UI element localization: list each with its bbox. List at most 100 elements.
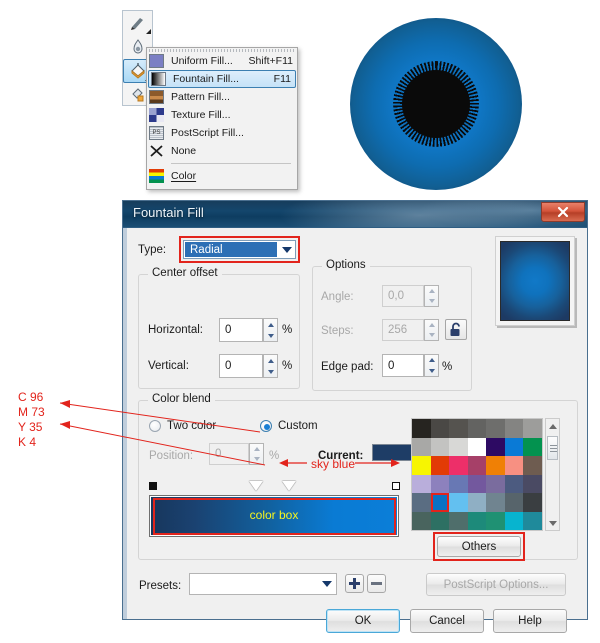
- menu-item-fountain-fill[interactable]: Fountain Fill... F11: [148, 70, 296, 88]
- unlocked-padlock-icon: [450, 322, 460, 336]
- scrollbar-thumb[interactable]: [547, 436, 558, 460]
- steps-stepper: [424, 319, 439, 341]
- stepper-down-icon[interactable]: [264, 330, 277, 341]
- palette-swatch[interactable]: [449, 474, 468, 493]
- palette-swatch[interactable]: [523, 493, 542, 512]
- presets-label: Presets:: [139, 580, 182, 592]
- palette-swatch[interactable]: [523, 437, 542, 456]
- palette-swatch[interactable]: [504, 419, 524, 438]
- palette-swatch[interactable]: [467, 456, 487, 475]
- current-color-swatch[interactable]: [372, 444, 416, 461]
- chevron-down-icon[interactable]: [318, 581, 336, 587]
- palette-swatch[interactable]: [523, 511, 542, 530]
- position-stepper: [249, 443, 264, 465]
- color-palette-grid[interactable]: [411, 418, 543, 531]
- cancel-button[interactable]: Cancel: [410, 609, 484, 633]
- palette-swatch[interactable]: [504, 456, 524, 475]
- palette-swatch[interactable]: [504, 493, 524, 512]
- palette-swatch[interactable]: [412, 474, 431, 493]
- menu-item-texture-fill[interactable]: Texture Fill...: [147, 106, 297, 124]
- remove-preset-button[interactable]: [367, 574, 386, 593]
- chevron-down-icon[interactable]: [278, 241, 295, 258]
- radio-custom-label: Custom: [278, 420, 318, 432]
- menu-item-none[interactable]: None: [147, 142, 297, 160]
- others-button[interactable]: Others: [437, 536, 521, 557]
- palette-swatch[interactable]: [467, 419, 487, 438]
- palette-swatch[interactable]: [504, 474, 524, 493]
- presets-dropdown[interactable]: [189, 573, 337, 595]
- palette-swatch[interactable]: [467, 493, 487, 512]
- uniform-fill-icon: [149, 54, 164, 68]
- scroll-up-arrow-icon[interactable]: [546, 419, 559, 433]
- palette-swatch[interactable]: [467, 474, 487, 493]
- palette-swatch[interactable]: [486, 493, 505, 512]
- gradient-marker-track[interactable]: [149, 480, 401, 492]
- scroll-down-arrow-icon[interactable]: [546, 516, 559, 530]
- cancel-label: Cancel: [429, 615, 465, 627]
- stepper-down-icon[interactable]: [264, 366, 277, 377]
- palette-swatch[interactable]: [523, 474, 542, 493]
- gradient-start-marker[interactable]: [149, 482, 157, 490]
- menu-item-pattern-fill[interactable]: Pattern Fill...: [147, 88, 297, 106]
- gradient-end-marker[interactable]: [392, 482, 400, 490]
- stepper-up-icon[interactable]: [264, 355, 277, 366]
- palette-swatch[interactable]: [486, 474, 505, 493]
- palette-swatch[interactable]: [430, 419, 450, 438]
- palette-swatch[interactable]: [412, 493, 431, 512]
- radio-custom[interactable]: Custom: [260, 420, 318, 432]
- stepper-up-icon[interactable]: [264, 319, 277, 330]
- plus-icon: [349, 578, 360, 589]
- radio-two-color[interactable]: Two color: [149, 420, 216, 432]
- palette-swatch[interactable]: [486, 419, 505, 438]
- menu-item-label: Fountain Fill...: [173, 73, 239, 85]
- add-preset-button[interactable]: [345, 574, 364, 593]
- vertical-input[interactable]: 0: [219, 354, 263, 378]
- edge-pad-stepper[interactable]: [424, 354, 439, 377]
- palette-swatch[interactable]: [430, 456, 450, 475]
- stepper-up-icon[interactable]: [425, 355, 438, 366]
- palette-swatch[interactable]: [449, 419, 468, 438]
- vertical-stepper[interactable]: [263, 354, 278, 378]
- horizontal-input[interactable]: 0: [219, 318, 263, 342]
- close-button[interactable]: [541, 202, 585, 222]
- stepper-down-icon[interactable]: [425, 366, 438, 377]
- gradient-mid-marker-2[interactable]: [282, 481, 296, 491]
- palette-swatch[interactable]: [523, 419, 542, 438]
- palette-swatch[interactable]: [504, 437, 524, 456]
- palette-swatch[interactable]: [486, 511, 505, 530]
- palette-swatch[interactable]: [412, 511, 431, 530]
- palette-scrollbar[interactable]: [545, 418, 560, 531]
- palette-swatch[interactable]: [449, 456, 468, 475]
- horizontal-stepper[interactable]: [263, 318, 278, 342]
- type-dropdown[interactable]: Radial: [183, 240, 296, 259]
- toolbox-outline-pen-tool[interactable]: [123, 11, 152, 35]
- palette-swatch[interactable]: [467, 511, 487, 530]
- gradient-color-strip[interactable]: color box: [149, 495, 399, 537]
- fill-preview-panel: [495, 236, 575, 326]
- menu-item-postscript-fill[interactable]: PS PostScript Fill...: [147, 124, 297, 142]
- artwork-core: [402, 70, 470, 138]
- palette-swatch[interactable]: [430, 511, 450, 530]
- palette-swatch[interactable]: [523, 456, 542, 475]
- palette-swatch[interactable]: [412, 456, 431, 475]
- gradient-mid-marker-1[interactable]: [249, 481, 263, 491]
- palette-swatch[interactable]: [504, 511, 524, 530]
- palette-swatch[interactable]: [412, 437, 431, 456]
- palette-swatch-selected[interactable]: [430, 493, 450, 512]
- palette-swatch[interactable]: [412, 419, 431, 438]
- palette-swatch[interactable]: [467, 437, 487, 456]
- palette-swatch[interactable]: [449, 437, 468, 456]
- edge-pad-input[interactable]: 0: [382, 354, 424, 377]
- palette-swatch[interactable]: [486, 456, 505, 475]
- palette-swatch[interactable]: [430, 474, 450, 493]
- palette-swatch[interactable]: [430, 437, 450, 456]
- lock-steps-button[interactable]: [445, 319, 467, 340]
- ok-button[interactable]: OK: [326, 609, 400, 633]
- menu-item-uniform-fill[interactable]: Uniform Fill... Shift+F11: [147, 52, 297, 70]
- menu-item-color[interactable]: Color: [147, 167, 297, 185]
- help-button[interactable]: Help: [493, 609, 567, 633]
- palette-swatch[interactable]: [449, 493, 468, 512]
- palette-swatch[interactable]: [486, 437, 505, 456]
- palette-swatch[interactable]: [449, 511, 468, 530]
- type-label: Type:: [138, 244, 167, 256]
